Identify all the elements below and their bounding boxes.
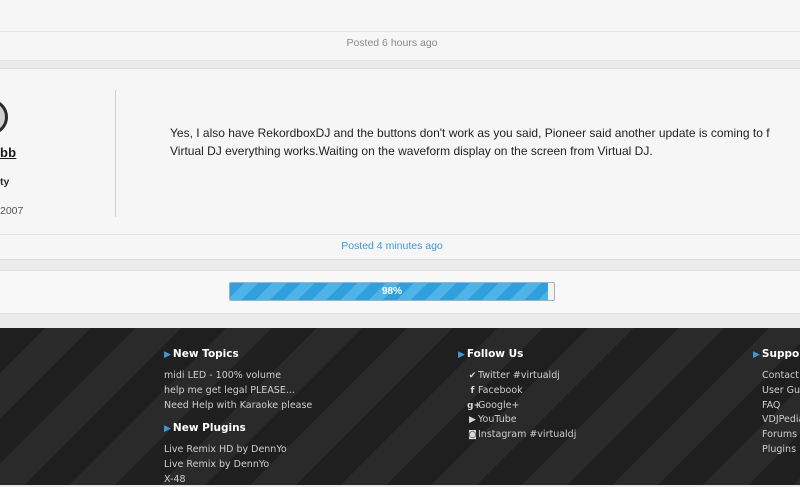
topic-link[interactable]: Need Help with Karaoke please	[164, 399, 312, 414]
previous-post-timestamp: Posted 6 hours ago	[346, 37, 438, 49]
post-username-link[interactable]: bb	[0, 145, 16, 160]
youtube-icon: ▶	[469, 415, 476, 426]
member-since: 2007	[0, 205, 24, 217]
support-link[interactable]: FAQ	[762, 399, 800, 414]
new-plugins-list: Live Remix HD by DennYo Live Remix by De…	[164, 443, 287, 487]
loading-progress-bar: 98%	[229, 282, 555, 301]
progress-label: 98%	[381, 286, 402, 297]
new-plugins-heading-label: New Plugins	[172, 422, 246, 434]
post-body-line: Virtual DJ everything works.Waiting on t…	[170, 144, 653, 158]
user-rank: ty	[0, 176, 10, 188]
divider	[0, 234, 800, 235]
support-link[interactable]: VDJPedia	[762, 413, 800, 428]
social-link-facebook[interactable]: f Facebook	[467, 384, 576, 399]
plugin-link[interactable]: Live Remix HD by DennYo	[164, 443, 287, 458]
follow-us-heading: ▶ Follow Us	[458, 348, 523, 360]
facebook-icon: f	[470, 385, 475, 396]
forum-post	[0, 68, 800, 260]
post-body-line: Yes, I also have RekordboxDJ and the but…	[170, 126, 770, 140]
twitter-icon: ✔	[468, 371, 477, 381]
new-plugins-heading: ▶ New Plugins	[164, 422, 246, 434]
divider	[0, 31, 800, 32]
social-link-label: Facebook	[478, 384, 523, 396]
play-arrow-icon: ▶	[164, 350, 171, 360]
new-topics-heading-label: New Topics	[172, 348, 239, 360]
support-link[interactable]: Contact	[762, 369, 800, 384]
new-topics-heading: ▶ New Topics	[164, 348, 239, 360]
post-body: Yes, I also have RekordboxDJ and the but…	[170, 124, 800, 160]
play-arrow-icon: ▶	[753, 350, 760, 360]
play-arrow-icon: ▶	[458, 350, 465, 360]
plugin-link[interactable]: Live Remix by DennYo	[164, 458, 287, 473]
post-timestamp-link[interactable]: Posted 4 minutes ago	[0, 240, 784, 252]
support-link[interactable]: Forums	[762, 428, 800, 443]
follow-us-heading-label: Follow Us	[466, 348, 524, 360]
social-link-youtube[interactable]: ▶ YouTube	[467, 413, 576, 428]
site-footer	[0, 328, 800, 485]
support-heading: ▶Support	[753, 348, 800, 360]
topic-link[interactable]: midi LED - 100% volume	[164, 369, 312, 384]
play-arrow-icon: ▶	[164, 424, 171, 434]
new-topics-list: midi LED - 100% volume help me get legal…	[164, 369, 312, 413]
support-link[interactable]: User Gu	[762, 384, 800, 399]
social-link-google-plus[interactable]: g+Google+	[467, 399, 576, 414]
social-link-twitter[interactable]: ✔ Twitter #virtualdj	[467, 369, 576, 384]
social-link-label: Google+	[478, 399, 520, 411]
social-link-label: YouTube	[478, 414, 517, 426]
topic-link[interactable]: help me get legal PLEASE...	[164, 384, 312, 399]
social-link-label: Instagram #virtualdj	[478, 429, 577, 441]
divider	[115, 90, 116, 217]
support-heading-label: Support	[761, 348, 800, 360]
social-link-instagram[interactable]: ◙Instagram #virtualdj	[467, 428, 576, 443]
instagram-icon: ◙	[468, 430, 477, 441]
support-link[interactable]: Plugins	[762, 443, 800, 458]
social-links: ✔ Twitter #virtualdj f Facebook g+Google+ …	[467, 369, 576, 443]
google-plus-icon: g+	[467, 400, 481, 411]
support-links: Contact User Gu FAQ VDJPedia Forums Plug…	[762, 369, 800, 458]
social-link-label: Twitter #virtualdj	[478, 370, 560, 381]
